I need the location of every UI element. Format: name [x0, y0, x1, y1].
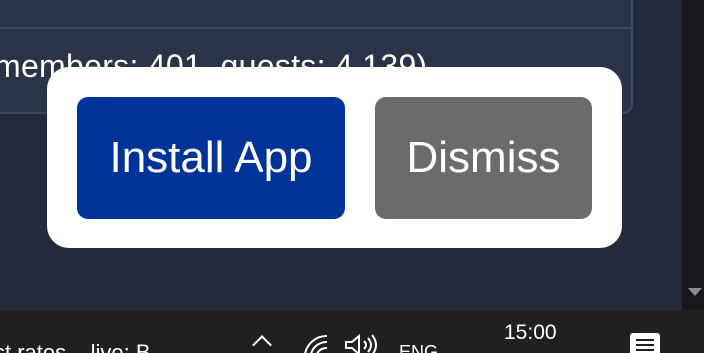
app-window: members: 401, guests: 4,139) Install App… — [0, 0, 704, 353]
install-app-button[interactable]: Install App — [77, 97, 345, 219]
scroll-down-icon[interactable] — [688, 288, 702, 296]
volume-icon[interactable] — [344, 334, 380, 353]
dismiss-button[interactable]: Dismiss — [375, 97, 592, 219]
notification-icon[interactable] — [630, 333, 660, 353]
clock-time[interactable]: 15:00 — [504, 321, 557, 345]
panel-divider — [0, 27, 632, 29]
taskbar: st rates... live: B ENG 15:00 — [0, 310, 704, 353]
vertical-scrollbar[interactable] — [682, 0, 704, 310]
install-prompt-dialog: Install App Dismiss — [47, 67, 622, 248]
news-ticker[interactable]: st rates... live: B — [0, 340, 151, 353]
wifi-icon[interactable] — [303, 334, 331, 353]
chevron-up-icon[interactable] — [252, 335, 272, 353]
input-language[interactable]: ENG — [399, 342, 438, 353]
